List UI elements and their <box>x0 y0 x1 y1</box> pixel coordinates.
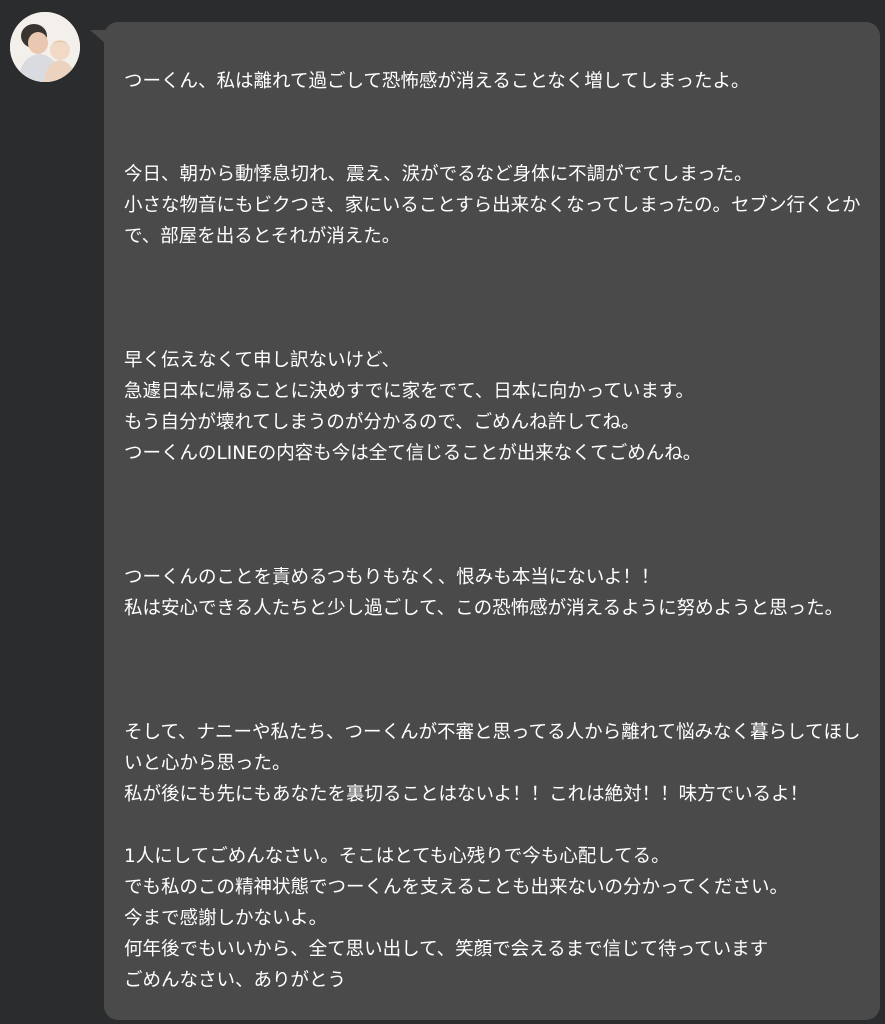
message-bubble[interactable]: つーくん、私は離れて過ごして恐怖感が消えることなく増してしまったよ。 今日、朝か… <box>104 22 880 1020</box>
message-text: つーくん、私は離れて過ごして恐怖感が消えることなく増してしまったよ。 今日、朝か… <box>124 71 861 991</box>
avatar[interactable] <box>10 12 80 82</box>
avatar-photo-icon <box>10 12 80 82</box>
chat-view: つーくん、私は離れて過ごして恐怖感が消えることなく増してしまったよ。 今日、朝か… <box>0 0 885 1024</box>
